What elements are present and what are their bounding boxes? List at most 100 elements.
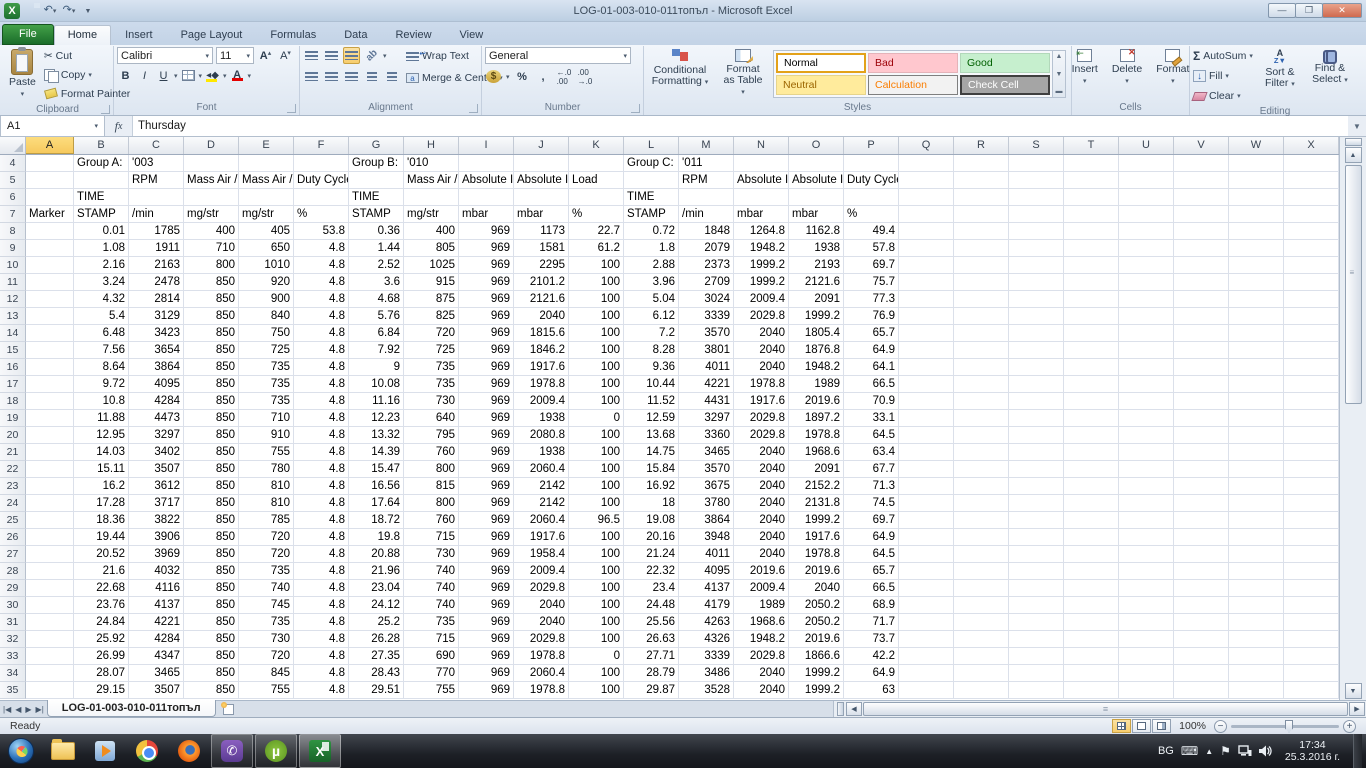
cell-X5[interactable] <box>1284 172 1339 189</box>
row-header-18[interactable]: 18 <box>0 393 26 410</box>
cell-N32[interactable]: 1948.2 <box>734 631 789 648</box>
network-icon[interactable] <box>1238 745 1252 757</box>
cell-J33[interactable]: 1978.8 <box>514 648 569 665</box>
cell-U28[interactable] <box>1119 563 1174 580</box>
cell-D19[interactable]: 850 <box>184 410 239 427</box>
cell-G33[interactable]: 27.35 <box>349 648 404 665</box>
cell-Q21[interactable] <box>899 444 954 461</box>
column-header-G[interactable]: G <box>349 137 404 154</box>
cell-C4[interactable]: '003 <box>129 155 184 172</box>
cell-X23[interactable] <box>1284 478 1339 495</box>
cell-M17[interactable]: 4221 <box>679 376 734 393</box>
cell-F28[interactable]: 4.8 <box>294 563 349 580</box>
cell-L29[interactable]: 23.4 <box>624 580 679 597</box>
row-header-4[interactable]: 4 <box>0 155 26 172</box>
cell-V33[interactable] <box>1174 648 1229 665</box>
cell-P34[interactable]: 64.9 <box>844 665 899 682</box>
redo-button[interactable]: ↷▾ <box>61 3 77 18</box>
scroll-down-button[interactable]: ▼ <box>1345 683 1362 699</box>
cell-C30[interactable]: 4137 <box>129 597 184 614</box>
cell-V30[interactable] <box>1174 597 1229 614</box>
cell-S33[interactable] <box>1009 648 1064 665</box>
cell-N4[interactable] <box>734 155 789 172</box>
cell-style-neutral[interactable]: Neutral <box>776 75 866 95</box>
cell-H25[interactable]: 760 <box>404 512 459 529</box>
cell-K6[interactable] <box>569 189 624 206</box>
cell-O27[interactable]: 1978.8 <box>789 546 844 563</box>
cell-O9[interactable]: 1938 <box>789 240 844 257</box>
cell-L10[interactable]: 2.88 <box>624 257 679 274</box>
cell-N30[interactable]: 1989 <box>734 597 789 614</box>
cell-M32[interactable]: 4326 <box>679 631 734 648</box>
cell-P35[interactable]: 63 <box>844 682 899 699</box>
cell-J4[interactable] <box>514 155 569 172</box>
cell-D22[interactable]: 850 <box>184 461 239 478</box>
insert-function-button[interactable]: fx <box>105 116 133 136</box>
cell-U22[interactable] <box>1119 461 1174 478</box>
cell-T24[interactable] <box>1064 495 1119 512</box>
cell-V35[interactable] <box>1174 682 1229 699</box>
cell-C28[interactable]: 4032 <box>129 563 184 580</box>
cell-R32[interactable] <box>954 631 1009 648</box>
cell-M18[interactable]: 4431 <box>679 393 734 410</box>
cell-T12[interactable] <box>1064 291 1119 308</box>
cell-M27[interactable]: 4011 <box>679 546 734 563</box>
cell-K26[interactable]: 100 <box>569 529 624 546</box>
cell-R13[interactable] <box>954 308 1009 325</box>
cell-H7[interactable]: mg/str <box>404 206 459 223</box>
cell-Q19[interactable] <box>899 410 954 427</box>
cell-B13[interactable]: 5.4 <box>74 308 129 325</box>
cell-N15[interactable]: 2040 <box>734 342 789 359</box>
cell-B34[interactable]: 28.07 <box>74 665 129 682</box>
cell-R14[interactable] <box>954 325 1009 342</box>
cell-W4[interactable] <box>1229 155 1284 172</box>
row-header-7[interactable]: 7 <box>0 206 26 223</box>
minimize-button[interactable]: — <box>1268 3 1296 18</box>
cell-M34[interactable]: 3486 <box>679 665 734 682</box>
cell-N14[interactable]: 2040 <box>734 325 789 342</box>
cell-Q9[interactable] <box>899 240 954 257</box>
sort-filter-button[interactable]: AZ▼ Sort & Filter ▾ <box>1257 47 1303 92</box>
cell-H8[interactable]: 400 <box>404 223 459 240</box>
cell-X9[interactable] <box>1284 240 1339 257</box>
cell-T4[interactable] <box>1064 155 1119 172</box>
cell-C23[interactable]: 3612 <box>129 478 184 495</box>
cell-S17[interactable] <box>1009 376 1064 393</box>
cell-M25[interactable]: 3864 <box>679 512 734 529</box>
cell-T9[interactable] <box>1064 240 1119 257</box>
cell-O32[interactable]: 2019.6 <box>789 631 844 648</box>
row-header-22[interactable]: 22 <box>0 461 26 478</box>
cell-N25[interactable]: 2040 <box>734 512 789 529</box>
cell-X18[interactable] <box>1284 393 1339 410</box>
cell-U26[interactable] <box>1119 529 1174 546</box>
cell-W27[interactable] <box>1229 546 1284 563</box>
cell-X29[interactable] <box>1284 580 1339 597</box>
cell-R11[interactable] <box>954 274 1009 291</box>
cell-B35[interactable]: 29.15 <box>74 682 129 699</box>
cell-B18[interactable]: 10.8 <box>74 393 129 410</box>
cell-G34[interactable]: 28.43 <box>349 665 404 682</box>
cell-S11[interactable] <box>1009 274 1064 291</box>
cell-L17[interactable]: 10.44 <box>624 376 679 393</box>
cell-V34[interactable] <box>1174 665 1229 682</box>
keyboard-icon[interactable]: ⌨ <box>1181 744 1198 758</box>
cell-R7[interactable] <box>954 206 1009 223</box>
cell-I11[interactable]: 969 <box>459 274 514 291</box>
cell-I9[interactable]: 969 <box>459 240 514 257</box>
cell-H34[interactable]: 770 <box>404 665 459 682</box>
action-center-flag-icon[interactable]: ⚑ <box>1220 744 1231 758</box>
cell-A22[interactable] <box>26 461 74 478</box>
cell-T33[interactable] <box>1064 648 1119 665</box>
cell-A8[interactable] <box>26 223 74 240</box>
cell-U13[interactable] <box>1119 308 1174 325</box>
font-size-combo[interactable]: 11▾ <box>216 47 254 64</box>
cell-X26[interactable] <box>1284 529 1339 546</box>
cell-X17[interactable] <box>1284 376 1339 393</box>
cell-F22[interactable]: 4.8 <box>294 461 349 478</box>
cell-S4[interactable] <box>1009 155 1064 172</box>
cell-S26[interactable] <box>1009 529 1064 546</box>
column-header-K[interactable]: K <box>569 137 624 154</box>
cell-L23[interactable]: 16.92 <box>624 478 679 495</box>
cell-S27[interactable] <box>1009 546 1064 563</box>
cell-R20[interactable] <box>954 427 1009 444</box>
